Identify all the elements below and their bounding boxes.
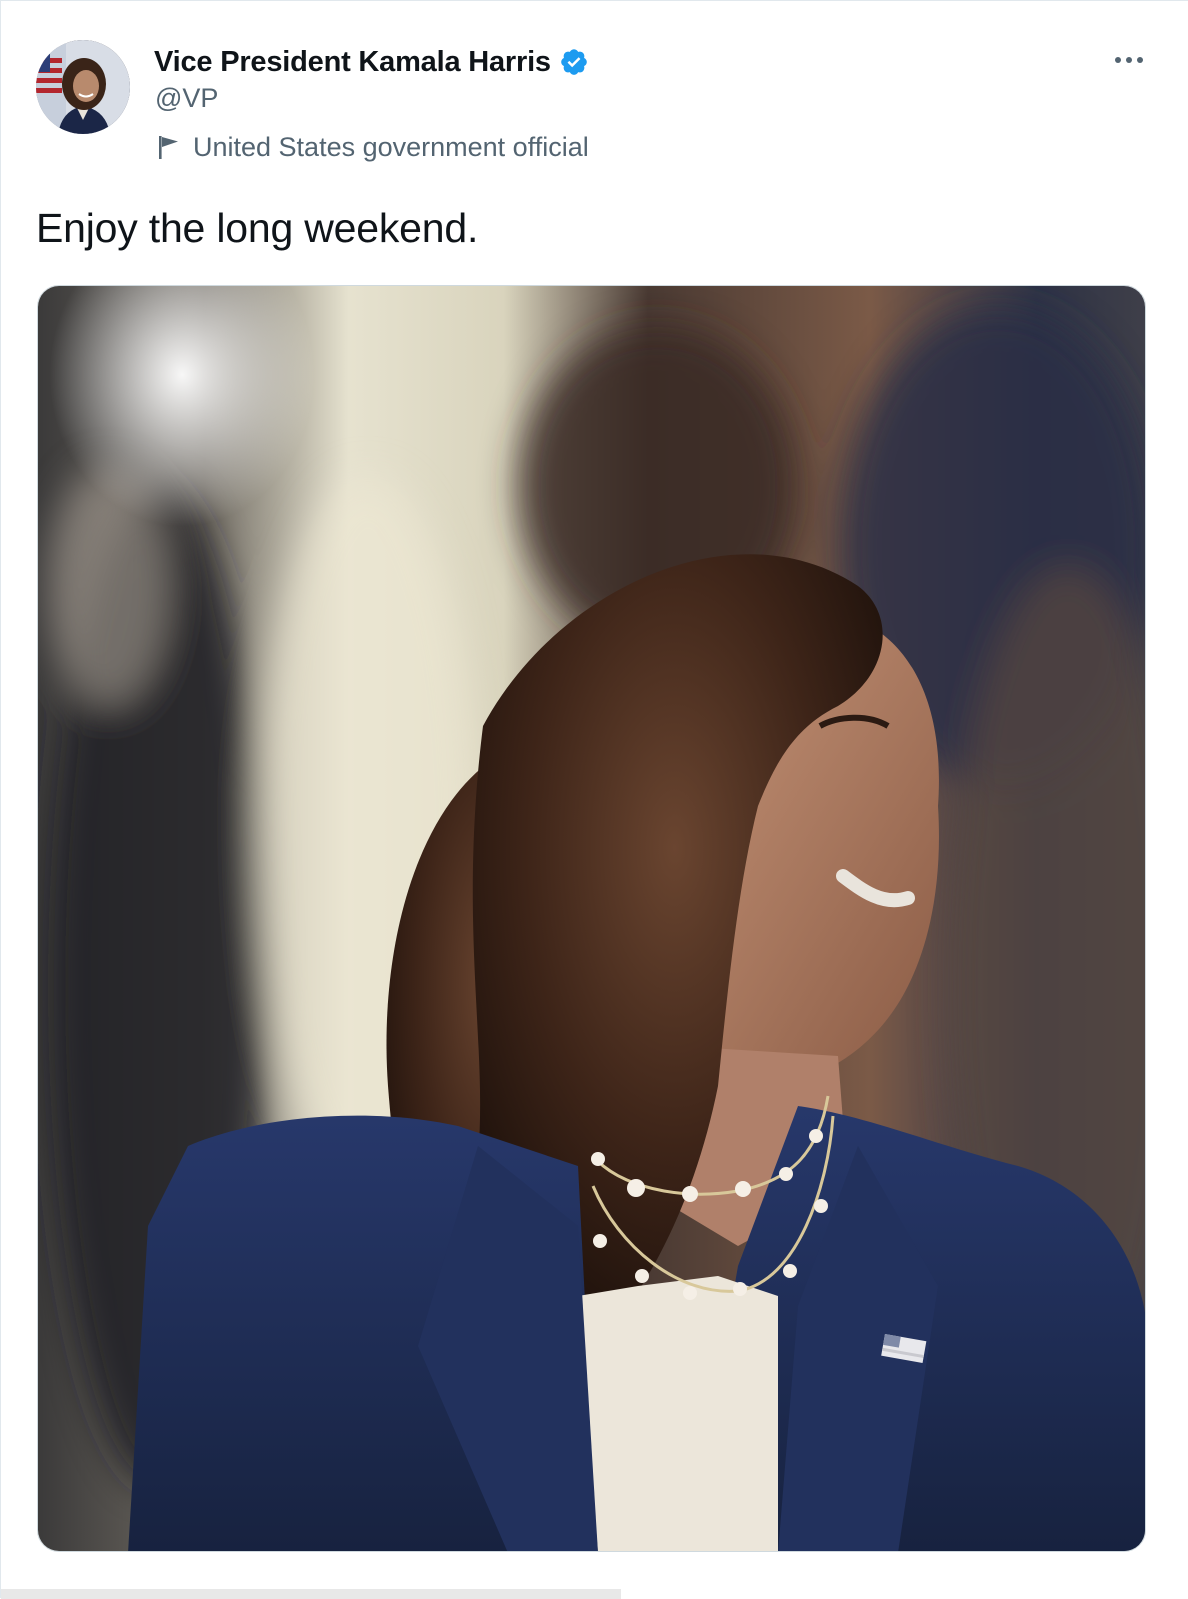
flag-icon — [156, 133, 182, 161]
photo-image — [38, 286, 1145, 1551]
name-row: Vice President Kamala Harris — [154, 43, 589, 81]
more-options-button[interactable] — [1107, 45, 1151, 75]
avatar[interactable] — [36, 40, 130, 134]
avatar-photo — [36, 40, 130, 134]
account-label[interactable]: United States government official — [156, 130, 589, 164]
account-label-text: United States government official — [193, 131, 589, 162]
handle[interactable]: @VP — [155, 83, 218, 114]
tweet-card[interactable]: Vice President Kamala Harris @VP United … — [0, 0, 1188, 1599]
tweet-text: Enjoy the long weekend. — [36, 205, 479, 251]
more-options-icon — [1115, 57, 1143, 63]
display-name[interactable]: Vice President Kamala Harris — [154, 46, 551, 79]
tweet-photo[interactable] — [37, 285, 1146, 1552]
verified-badge-icon — [559, 47, 589, 77]
